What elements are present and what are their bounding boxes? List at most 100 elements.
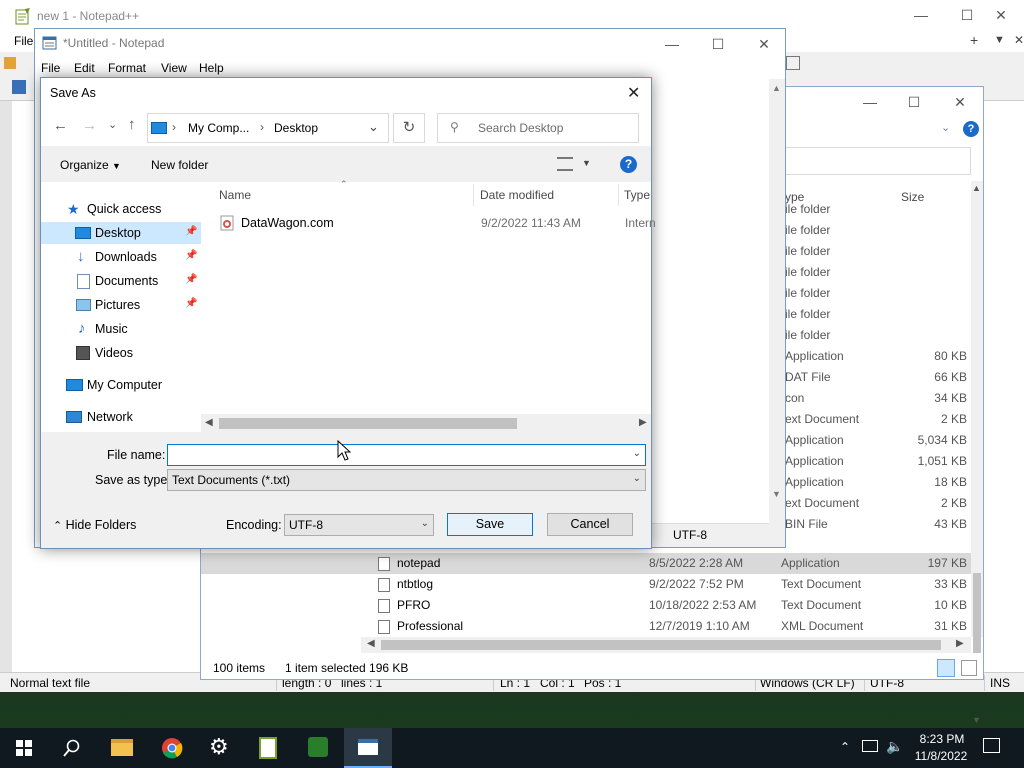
table-row[interactable]: ntbtlog 9/2/2022 7:52 PM Text Document 33 K… <box>201 574 983 595</box>
ribbon-expand-icon[interactable]: ⌄ <box>941 121 950 134</box>
view-dropdown-icon[interactable]: ▼ <box>582 158 591 168</box>
menu-file[interactable]: File <box>41 61 60 75</box>
taskbar-notepadpp[interactable] <box>244 728 292 768</box>
menu-help[interactable]: Help <box>199 61 224 75</box>
nav-item-desktop[interactable]: Desktop 📌 <box>41 222 201 244</box>
tab-list-icon[interactable]: ▼ <box>994 34 1005 46</box>
save-as-type-dropdown-icon[interactable]: ⌄ <box>633 473 641 484</box>
scroll-right-icon[interactable]: ▶ <box>639 417 647 428</box>
close-icon[interactable]: ✕ <box>978 0 1024 30</box>
clock-date[interactable]: 11/8/2022 <box>912 749 970 763</box>
address-dropdown-icon[interactable]: ⌄ <box>368 119 379 135</box>
table-row[interactable]: notepad 8/5/2022 2:28 AM Application 197 KB <box>201 553 983 574</box>
taskbar-chrome[interactable] <box>148 728 196 768</box>
file-row[interactable]: DataWagon.com 9/2/2022 11:43 AM Intern <box>201 212 656 234</box>
start-button[interactable] <box>0 728 48 768</box>
column-name-header[interactable]: Name <box>219 188 251 202</box>
cancel-button[interactable]: Cancel <box>547 513 633 536</box>
nav-my-computer[interactable]: My Computer <box>41 374 201 396</box>
back-arrow-icon[interactable]: ← <box>53 117 68 134</box>
explorer-hscrollbar[interactable]: ◀ ▶ <box>361 637 971 653</box>
table-row[interactable]: PFRO 10/18/2022 2:53 AM Text Document 10 KB <box>201 595 983 616</box>
scroll-left-icon[interactable]: ◀ <box>205 417 213 428</box>
dialog-titlebar[interactable]: Save As ✕ <box>41 78 651 108</box>
menu-view[interactable]: View <box>161 61 187 75</box>
close-icon[interactable]: ✕ <box>627 83 640 103</box>
notepad-titlebar[interactable]: *Untitled - Notepad — ☐ ✕ <box>35 29 785 57</box>
column-separator[interactable] <box>618 184 619 206</box>
details-view-icon[interactable] <box>937 659 955 677</box>
notifications-icon[interactable] <box>983 738 1000 753</box>
new-file-icon[interactable] <box>4 57 16 69</box>
minimize-icon[interactable]: — <box>898 0 944 30</box>
npp-menu-file[interactable]: File <box>14 34 33 48</box>
taskbar-settings[interactable]: ⚙ <box>196 728 244 768</box>
file-name-input[interactable]: ⌄ <box>167 444 646 466</box>
save-icon[interactable] <box>12 80 26 94</box>
scroll-up-icon[interactable]: ▲ <box>772 83 781 93</box>
scroll-thumb[interactable] <box>219 418 517 429</box>
nav-quick-access[interactable]: ★ Quick access <box>41 198 201 220</box>
up-arrow-icon[interactable]: ↑ <box>128 116 136 133</box>
scroll-down-icon[interactable]: ▼ <box>972 715 981 725</box>
encoding-select[interactable]: UTF-8 ⌄ <box>284 514 434 536</box>
toolbar-icon[interactable] <box>786 56 800 70</box>
nav-item-pictures[interactable]: Pictures 📌 <box>41 294 201 316</box>
encoding-dropdown-icon[interactable]: ⌄ <box>421 518 429 529</box>
file-list-hscrollbar[interactable]: ◀ ▶ <box>201 414 651 432</box>
new-folder-button[interactable]: New folder <box>151 158 208 172</box>
close-tab-icon[interactable]: ✕ <box>1014 33 1024 47</box>
address-bar[interactable]: › My Comp... › Desktop ⌄ <box>147 113 389 143</box>
breadcrumb-my-computer[interactable]: My Comp... <box>188 121 249 135</box>
nav-item-videos[interactable]: Videos <box>41 342 201 364</box>
notepad-vscrollbar[interactable]: ▲ ▼ <box>769 79 785 547</box>
scroll-left-icon[interactable]: ◀ <box>367 638 375 649</box>
column-type-header[interactable]: Type <box>624 188 650 202</box>
hide-folders-button[interactable]: ⌃ Hide Folders <box>53 518 136 532</box>
taskbar-notepad[interactable] <box>344 728 392 768</box>
taskbar-file-explorer[interactable] <box>98 728 146 768</box>
nav-network[interactable]: Network <box>41 406 201 428</box>
nav-item-music[interactable]: ♪ Music <box>41 318 201 340</box>
file-name-dropdown-icon[interactable]: ⌄ <box>633 448 641 459</box>
clock-time[interactable]: 8:23 PM <box>917 732 967 746</box>
chevron-up-icon[interactable]: ⌃ <box>840 740 850 754</box>
forward-arrow-icon[interactable]: → <box>82 117 97 134</box>
scroll-right-icon[interactable]: ▶ <box>956 638 964 649</box>
organize-button[interactable]: Organize ▼ <box>60 158 121 172</box>
scroll-up-icon[interactable]: ▲ <box>972 183 981 193</box>
maximize-icon[interactable]: ☐ <box>695 29 741 59</box>
add-tab-icon[interactable]: + <box>970 32 978 48</box>
scroll-thumb[interactable] <box>973 573 981 653</box>
save-button[interactable]: Save <box>447 513 533 536</box>
search-box[interactable]: ⚲ Search Desktop <box>437 113 639 143</box>
close-icon[interactable]: ✕ <box>937 87 983 117</box>
network-icon[interactable] <box>862 740 878 752</box>
explorer-search-box[interactable] <box>781 147 971 175</box>
minimize-icon[interactable]: — <box>649 29 695 59</box>
column-separator[interactable] <box>473 184 474 206</box>
explorer-vscrollbar[interactable]: ▲ ▼ <box>971 181 983 725</box>
nav-item-documents[interactable]: Documents 📌 <box>41 270 201 292</box>
breadcrumb-desktop[interactable]: Desktop <box>274 121 318 135</box>
large-icons-view-icon[interactable] <box>961 660 977 676</box>
column-date-header[interactable]: Date modified <box>480 188 554 202</box>
recent-locations-icon[interactable]: ⌄ <box>108 118 117 131</box>
save-as-type-select[interactable]: Text Documents (*.txt) ⌄ <box>167 469 646 491</box>
nav-item-downloads[interactable]: ↓ Downloads 📌 <box>41 246 201 268</box>
menu-format[interactable]: Format <box>108 61 146 75</box>
help-icon[interactable]: ? <box>620 156 637 173</box>
scroll-thumb[interactable] <box>381 640 941 650</box>
search-button[interactable] <box>48 728 96 768</box>
view-options-icon[interactable] <box>557 157 573 171</box>
menu-edit[interactable]: Edit <box>74 61 95 75</box>
close-icon[interactable]: ✕ <box>741 29 787 59</box>
volume-icon[interactable]: 🔈 <box>886 738 903 755</box>
help-icon[interactable]: ? <box>963 121 979 137</box>
minimize-icon[interactable]: — <box>847 87 893 117</box>
scroll-down-icon[interactable]: ▼ <box>772 489 781 499</box>
refresh-icon[interactable]: ↻ <box>393 113 425 143</box>
table-row[interactable]: Professional 12/7/2019 1:10 AM XML Documen… <box>201 616 983 637</box>
taskbar-app[interactable] <box>294 728 342 768</box>
maximize-icon[interactable]: ☐ <box>891 87 937 117</box>
